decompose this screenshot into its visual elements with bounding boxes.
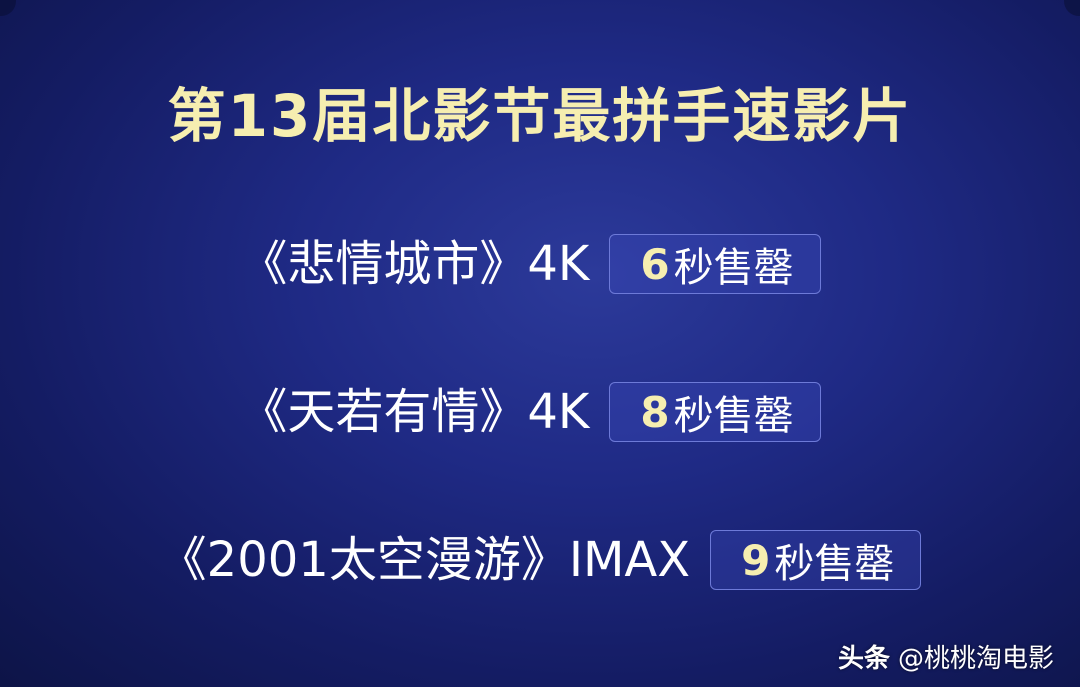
film-row: 《悲情城市》4K 6 秒售罄 [0, 229, 1080, 299]
sellout-badge: 8 秒售罄 [609, 382, 821, 442]
corner-decoration-left [0, 0, 16, 16]
sellout-text: 秒售罄 [673, 245, 794, 291]
film-row: 《2001太空漫游》IMAX 9 秒售罄 [0, 525, 1080, 595]
sellout-badge: 9 秒售罄 [710, 530, 922, 590]
film-name: 《悲情城市》4K [239, 236, 590, 292]
sellout-badge: 6 秒售罄 [609, 234, 821, 294]
sellout-seconds: 6 [640, 239, 670, 289]
page-title: 第13届北影节最拼手速影片 [167, 82, 913, 150]
film-name: 《2001太空漫游》IMAX [158, 532, 691, 588]
film-row: 《天若有情》4K 8 秒售罄 [0, 377, 1080, 447]
watermark-brand: 头条 [837, 644, 890, 674]
sellout-text: 秒售罄 [774, 541, 895, 587]
sellout-seconds: 8 [640, 387, 670, 437]
sellout-seconds: 9 [741, 535, 771, 585]
film-name: 《天若有情》4K [239, 384, 590, 440]
sellout-text: 秒售罄 [673, 393, 794, 439]
watermark-handle: @桃桃淘电影 [897, 644, 1054, 674]
corner-decoration-right [1064, 0, 1080, 16]
watermark: 头条 @桃桃淘电影 [838, 638, 1054, 675]
